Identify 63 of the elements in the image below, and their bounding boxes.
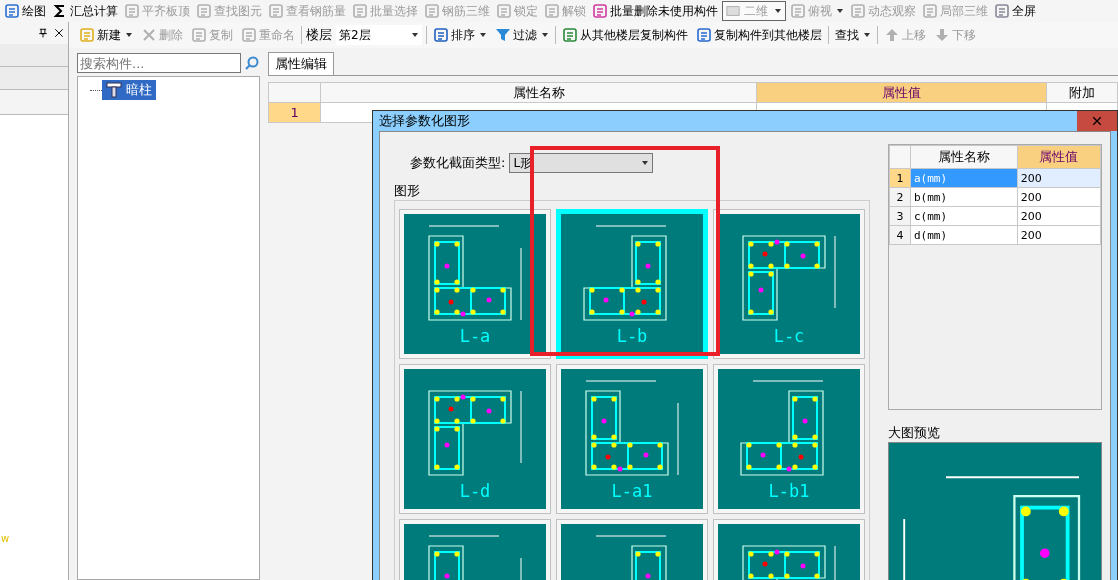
caret-icon: [479, 31, 487, 39]
toolbar-dropdown[interactable]: 查找: [833, 26, 873, 44]
caret-icon: [541, 31, 549, 39]
column-header[interactable]: 属性值: [1017, 145, 1101, 169]
toolbar-button[interactable]: 全屏: [992, 2, 1038, 20]
param-name-cell[interactable]: b(mm): [910, 187, 1018, 207]
close-icon[interactable]: [54, 28, 64, 38]
caret-icon: [774, 7, 782, 15]
shape-caption: L-a1: [611, 481, 653, 501]
param-name-cell[interactable]: c(mm): [910, 206, 1018, 226]
pin-icon[interactable]: [38, 28, 48, 38]
floor-label: 楼层: [306, 26, 332, 44]
caret-icon: [641, 159, 650, 167]
column-header[interactable]: 属性值: [756, 82, 1047, 103]
marker-text: w: [1, 533, 10, 544]
down-arrow-icon: [934, 27, 950, 43]
shape-tile[interactable]: L-c: [713, 209, 865, 359]
toolbar-button[interactable]: 从其他楼层复制构件: [560, 26, 690, 44]
square-icon: [726, 3, 740, 19]
param-value-cell[interactable]: 200: [1017, 225, 1101, 245]
toolbar-dropdown[interactable]: 过滤: [493, 26, 551, 44]
dialog-title: 选择参数化图形: [379, 112, 470, 130]
group-label: 图形: [394, 182, 421, 200]
section-type-label: 参数化截面类型:: [410, 154, 506, 172]
toolbar-button[interactable]: 绘图: [2, 2, 48, 20]
shape-tile[interactable]: L-b1: [713, 364, 865, 514]
shape-tile[interactable]: L-a: [399, 209, 551, 359]
filter-icon: [495, 27, 511, 43]
column-header[interactable]: 附加: [1046, 82, 1118, 103]
column-icon: [106, 82, 122, 98]
corner-cell: [268, 82, 321, 103]
toolbar-button[interactable]: 汇总计算: [50, 2, 120, 20]
param-value-cell[interactable]: 200: [1017, 187, 1101, 207]
param-value-cell[interactable]: 200: [1017, 206, 1101, 226]
toolbar-button[interactable]: 批量删除未使用构件: [590, 2, 720, 20]
shape-caption: L-a: [459, 326, 491, 346]
up-arrow-icon: [884, 27, 900, 43]
row-number: 1: [268, 102, 321, 123]
shape-tile[interactable]: L-d: [399, 364, 551, 514]
toolbar-button[interactable]: 复制构件到其他楼层: [694, 26, 824, 44]
shape-tile[interactable]: L-b: [556, 209, 708, 359]
tree-item[interactable]: 暗柱: [102, 80, 156, 100]
close-icon: [1092, 116, 1102, 126]
shape-caption: L-b1: [768, 481, 810, 501]
shape-caption: L-d: [459, 481, 491, 501]
caret-icon: [863, 31, 871, 39]
delete-icon: [141, 27, 157, 43]
caret-icon: [125, 31, 133, 39]
shape-tile[interactable]: L-a1: [556, 364, 708, 514]
param-name-cell[interactable]: d(mm): [910, 225, 1018, 245]
preview-label: 大图预览: [888, 424, 941, 442]
column-header[interactable]: 属性名称: [910, 145, 1018, 169]
shape-caption: L-b: [616, 326, 648, 346]
toolbar-dropdown[interactable]: 排序: [431, 26, 489, 44]
column-header[interactable]: 属性名称: [321, 82, 757, 103]
caret-icon: [836, 7, 844, 15]
search-field[interactable]: 搜索构件...: [77, 53, 241, 73]
shape-caption: L-c: [773, 326, 805, 346]
search-icon[interactable]: [244, 55, 260, 71]
caret-icon: [411, 31, 419, 39]
toolbar-dropdown[interactable]: 新建: [77, 26, 135, 44]
view-select[interactable]: 第2层: [336, 25, 422, 45]
tab[interactable]: 属性编辑: [268, 52, 334, 75]
